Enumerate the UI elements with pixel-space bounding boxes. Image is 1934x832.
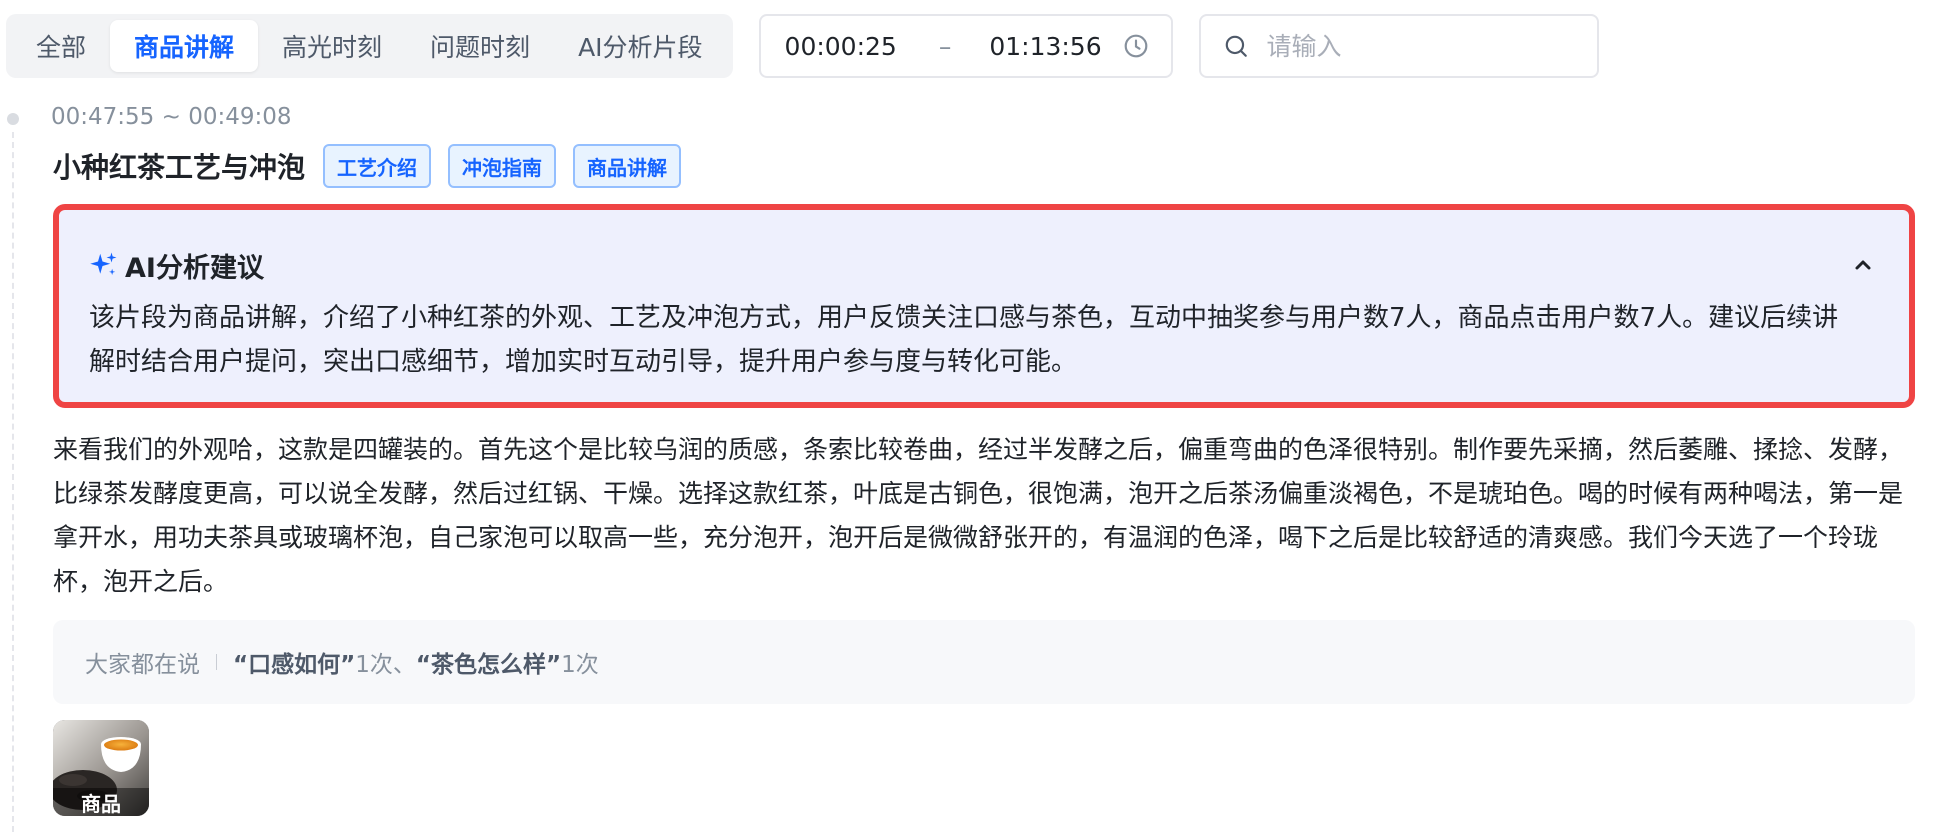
comments-divider: [216, 654, 217, 670]
timeline-dot: [7, 113, 19, 125]
time-range-picker[interactable]: 00:00:25 – 01:13:56: [758, 14, 1173, 78]
tab-issues[interactable]: 问题时刻: [406, 20, 554, 72]
segment-title-row: 小种红茶工艺与冲泡 工艺介绍 冲泡指南 商品讲解: [53, 144, 698, 188]
product-label: 商品: [53, 788, 149, 816]
comments-summary: 大家都在说 “口感如何” 1次 、 “茶色怎么样” 1次: [53, 620, 1915, 704]
comments-label: 大家都在说: [85, 652, 200, 678]
ai-analysis-header[interactable]: AI分析建议: [79, 236, 1889, 294]
timeline-line: [12, 132, 14, 832]
ai-analysis-title: AI分析建议: [125, 252, 264, 284]
search-input[interactable]: [1264, 30, 1565, 62]
sparkle-icon: [89, 250, 119, 280]
segment-transcript: 来看我们的外观哈，这款是四罐装的。首先这个是比较乌润的质感，条索比较卷曲，经过半…: [53, 435, 1904, 596]
comment-keyword: “茶色怎么样”: [415, 652, 562, 678]
comment-count: 1次: [355, 652, 393, 678]
time-start[interactable]: 00:00:25: [785, 32, 897, 61]
tab-product-explain[interactable]: 商品讲解: [110, 20, 259, 72]
tag-brewing: 冲泡指南: [448, 144, 557, 188]
comment-separator: 、: [392, 652, 416, 678]
search-icon: [1223, 33, 1249, 59]
tab-ai-segments[interactable]: AI分析片段: [554, 20, 726, 72]
tag-product: 商品讲解: [573, 144, 682, 188]
time-end[interactable]: 01:13:56: [989, 32, 1101, 61]
toolbar: 全部 商品讲解 高光时刻 问题时刻 AI分析片段 00:00:25 – 01:1…: [6, 14, 1599, 78]
ai-analysis-card: AI分析建议 该片段为商品讲解，介绍了小种红茶的外观、工艺及冲泡方式，用户反馈关…: [53, 204, 1915, 408]
ai-analysis-text: 该片段为商品讲解，介绍了小种红茶的外观、工艺及冲泡方式，用户反馈关注口感与茶色，…: [89, 303, 1839, 377]
search-box[interactable]: [1198, 14, 1599, 78]
clock-icon[interactable]: [1123, 33, 1149, 59]
time-separator: –: [938, 31, 952, 61]
tab-highlights[interactable]: 高光时刻: [258, 20, 406, 72]
tab-all[interactable]: 全部: [12, 20, 110, 72]
product-thumbnail[interactable]: 商品: [53, 720, 149, 816]
comment-keyword: “口感如何”: [233, 652, 356, 678]
segment-title: 小种红茶工艺与冲泡: [53, 151, 306, 184]
tag-craft: 工艺介绍: [323, 144, 432, 188]
chevron-up-icon[interactable]: [1851, 253, 1875, 277]
category-tabs: 全部 商品讲解 高光时刻 问题时刻 AI分析片段: [6, 14, 733, 78]
segment-time-range: 00:47:55 ~ 00:49:08: [51, 104, 292, 130]
comment-count: 1次: [561, 652, 599, 678]
